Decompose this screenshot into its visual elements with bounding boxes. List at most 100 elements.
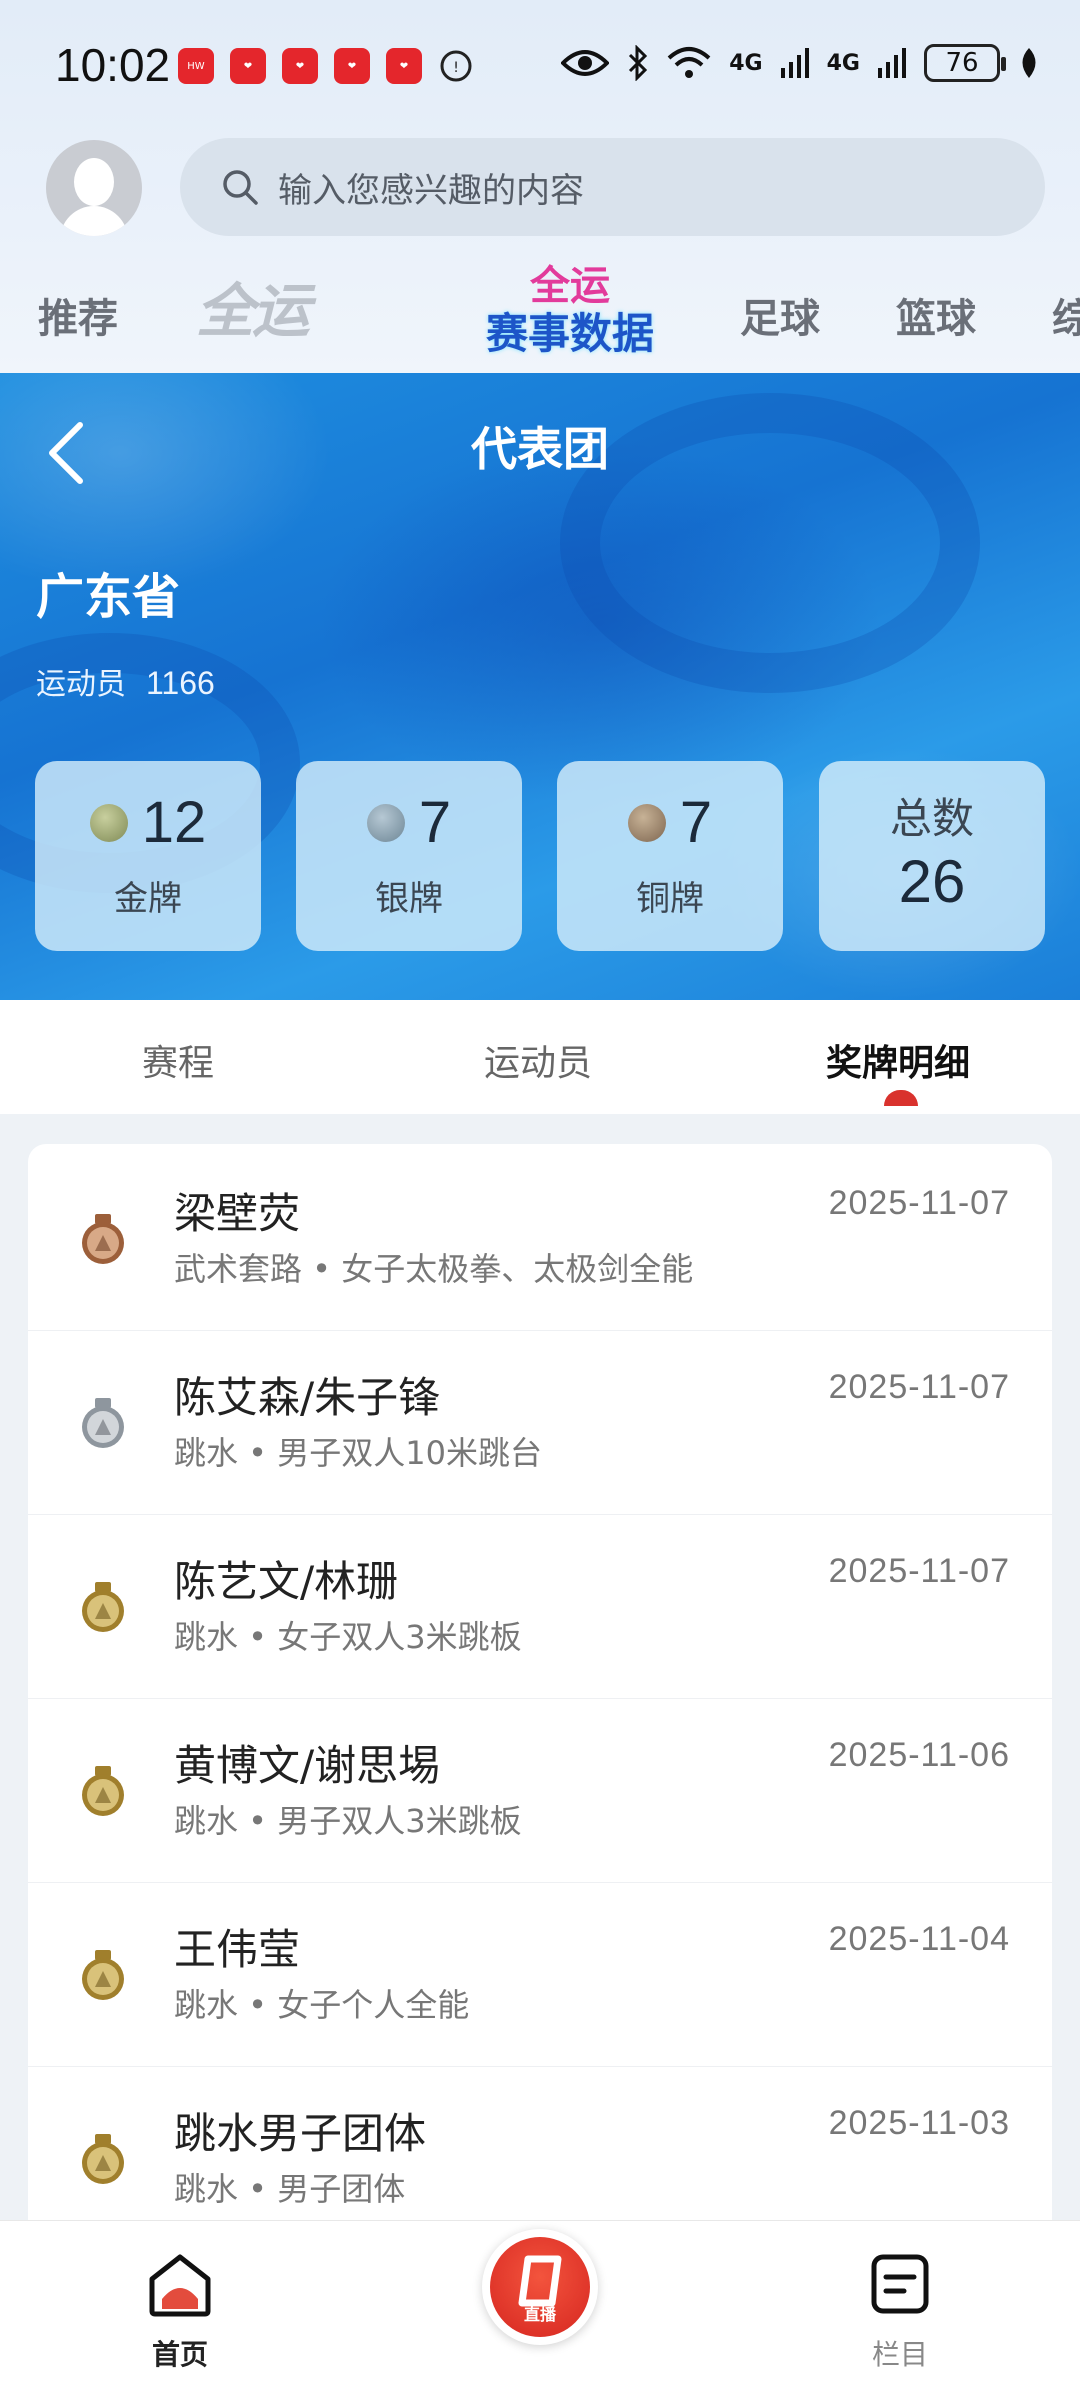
medal-event: 跳水 • 女子个人全能 (174, 1986, 470, 2024)
medalist-name: 陈艾森/朱子锋 (174, 1373, 441, 1422)
silver-label: 银牌 (375, 879, 443, 919)
notification-icons: HW ❤ ❤ ❤ ❤ ! (178, 48, 474, 84)
channel-tab-basketball[interactable]: 篮球 (896, 286, 976, 344)
app-notification-icon: ❤ (230, 48, 266, 84)
gold-medal-icon (82, 1950, 124, 2000)
bottom-nav: 首页 直播 栏目 (0, 2220, 1080, 2388)
medal-list-item[interactable]: 王伟莹跳水 • 女子个人全能 2025-11-04 (28, 1880, 1052, 2067)
user-avatar[interactable] (46, 140, 142, 236)
network-indicator: 4G (729, 50, 763, 76)
svg-text:!: ! (453, 60, 459, 76)
channel-tab-more[interactable]: 综 (1052, 286, 1080, 344)
huawei-notification-icon: HW (178, 48, 214, 84)
gold-medal-icon (82, 2134, 124, 2184)
medalist-name: 陈艺文/林珊 (174, 1557, 399, 1606)
silver-medal-row: 7 (296, 789, 522, 856)
bronze-count: 7 (679, 790, 713, 855)
medal-list-item[interactable]: 陈艺文/林珊跳水 • 女子双人3米跳板 2025-11-07 (28, 1512, 1052, 1699)
nav-home[interactable]: 首页 (100, 2221, 260, 2388)
channel-tab-football[interactable]: 足球 (740, 286, 820, 344)
medal-list-item[interactable]: 陈艾森/朱子锋 跳水 • 男子双人10米跳台 2025-11-07 (28, 1328, 1052, 1515)
avatar-body-shape (60, 206, 128, 236)
bronze-label: 铜牌 (636, 879, 704, 919)
medal-list-item[interactable]: 跳水男子团体 跳水 • 男子团体 2025-11-03 (28, 2064, 1052, 2224)
bronze-medal-icon (82, 1214, 124, 1264)
medal-list: 梁壁荧 武术套路 • 女子太极拳、太极剑全能 2025-11-07 陈艾森/朱子锋 跳水… (28, 1144, 1052, 2224)
athletes-label: 运动员 (36, 667, 126, 702)
nav-live-label: 直播 (523, 2305, 556, 2324)
bronze-medal-row: 7 (557, 789, 783, 856)
app-notification-icon: ❤ (386, 48, 422, 84)
medalist-name: 跳水男子团体 (174, 2109, 427, 2158)
avatar-head-shape (74, 158, 114, 206)
medal-date: 2025-11-07 (828, 1368, 1010, 1406)
wifi-icon (667, 47, 711, 78)
total-medal-card: 总数 26 (819, 761, 1045, 951)
delegation-hero: 代表团 广东省 运动员 1166 12 金牌 7 银牌 7 铜牌 总数 26 (0, 373, 1080, 1000)
nav-columns[interactable]: 栏目 (820, 2221, 980, 2388)
search-icon (223, 170, 258, 205)
top-header-area: 10:02 HW ❤ ❤ ❤ ❤ ! 4G 4G 76 输入您感兴趣的内容 推荐… (0, 0, 1080, 435)
silver-count: 7 (418, 790, 452, 855)
page-title: 代表团 (471, 422, 609, 476)
channel-tab-recommend[interactable]: 推荐 (38, 286, 118, 344)
status-time: 10:02 (55, 39, 171, 91)
status-bar: 10:02 HW ❤ ❤ ❤ ❤ ! 4G 4G 76 (0, 0, 1080, 130)
medal-date: 2025-11-06 (828, 1736, 1010, 1774)
medalist-name: 王伟莹 (174, 1925, 301, 1974)
athletes-count-row: 运动员 1166 (36, 659, 215, 703)
eye-icon (561, 50, 610, 76)
medal-date: 2025-11-03 (828, 2104, 1010, 2142)
search-placeholder: 输入您感兴趣的内容 (278, 170, 584, 211)
silver-medal-card: 7 银牌 (296, 761, 522, 951)
medal-date: 2025-11-07 (828, 1552, 1010, 1590)
leaf-icon (1022, 48, 1036, 78)
gold-medal-card: 12 金牌 (35, 761, 261, 951)
nav-live-button[interactable]: 直播 (482, 2229, 598, 2345)
network-indicator: 4G (826, 50, 860, 76)
tab-schedule[interactable]: 赛程 (142, 1034, 214, 1086)
app-notification-icon: ❤ (334, 48, 370, 84)
medalist-name: 黄博文/谢思埸 (174, 1741, 441, 1790)
signal-icon (878, 48, 906, 78)
bronze-medal-card: 7 铜牌 (557, 761, 783, 951)
total-count: 26 (898, 848, 966, 915)
nav-columns-label: 栏目 (871, 2338, 928, 2371)
athletes-count: 1166 (146, 665, 215, 701)
medal-list-item[interactable]: 黄博文/谢思埸跳水 • 男子双人3米跳板 2025-11-06 (28, 1696, 1052, 1883)
team-name: 广东省 (36, 569, 181, 625)
medal-event: 跳水 • 女子双人3米跳板 (174, 1618, 522, 1656)
total-label: 总数 (889, 794, 974, 843)
data-saver-icon: ! (440, 50, 472, 82)
sub-tabs: 赛程 运动员 奖牌明细 (0, 1000, 1080, 1114)
signal-icon (780, 48, 809, 78)
nav-home-label: 首页 (151, 2338, 208, 2371)
tab-athletes[interactable]: 运动员 (484, 1034, 592, 1086)
games-data-logo[interactable]: 全运 赛事数据 (470, 262, 670, 362)
active-tab-indicator (884, 1090, 918, 1106)
gold-medal-icon (82, 1766, 124, 1816)
medal-list-item[interactable]: 梁壁荧武术套路 • 女子太极拳、太极剑全能 2025-11-07 (28, 1144, 1052, 1331)
medal-date: 2025-11-07 (828, 1184, 1010, 1222)
national-games-2025-logo[interactable]: 全运2025 (196, 266, 396, 435)
live-logo-icon (518, 2255, 562, 2307)
app-notification-icon: ❤ (282, 48, 318, 84)
status-right: 4G 4G 76 (561, 44, 1040, 82)
medalist-name: 梁壁荧 (174, 1189, 301, 1238)
silver-medal-icon (82, 1398, 124, 1448)
medal-event: 跳水 • 男子双人3米跳板 (174, 1802, 522, 1840)
medal-date: 2025-11-04 (828, 1920, 1010, 1958)
home-icon (149, 2254, 211, 2317)
gold-medal-icon (82, 1582, 124, 1632)
gold-label: 金牌 (114, 879, 182, 919)
gold-count: 12 (141, 790, 207, 855)
gold-medal-icon (89, 803, 128, 842)
medal-event: 武术套路 • 女子太极拳、太极剑全能 (174, 1250, 694, 1288)
battery-indicator: 76 (924, 44, 1006, 82)
bronze-medal-icon (627, 803, 666, 842)
columns-icon (871, 2254, 929, 2314)
bluetooth-icon (629, 45, 648, 81)
gold-medal-row: 12 (35, 789, 261, 856)
search-bar[interactable]: 输入您感兴趣的内容 (180, 138, 1045, 236)
tab-medal-detail[interactable]: 奖牌明细 (826, 1034, 970, 1086)
